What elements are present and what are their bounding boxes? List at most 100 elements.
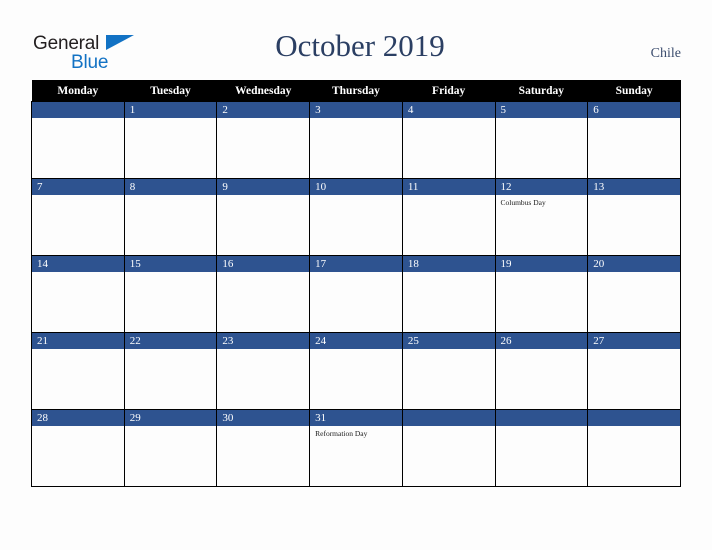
- calendar-day-cell[interactable]: [31, 101, 125, 179]
- calendar-week-row: 14 15 16 17 18 19 20: [31, 255, 681, 333]
- calendar-day-cell[interactable]: 19: [494, 255, 589, 333]
- weekday-header-sunday: Sunday: [587, 80, 681, 102]
- day-cell-content: 28: [32, 410, 124, 486]
- calendar-day-cell[interactable]: 3: [309, 101, 403, 179]
- day-cell-content: 11: [402, 179, 495, 255]
- weekday-header-thursday: Thursday: [309, 80, 403, 102]
- day-number: [588, 410, 680, 426]
- calendar-day-cell[interactable]: 31 Reformation Day: [309, 409, 403, 487]
- calendar-week-row: 21 22 23 24 25 26 27: [31, 332, 681, 410]
- calendar-day-cell[interactable]: 2: [216, 101, 311, 179]
- calendar-day-cell[interactable]: 25: [401, 332, 496, 410]
- calendar-day-cell[interactable]: 22: [123, 332, 218, 410]
- day-number: 31: [310, 410, 402, 426]
- calendar-body: 1 2 3 4 5 6 7 8 9 10 11 12 Columbus Day 13 14 15 16 17 18 1…: [31, 101, 681, 487]
- general-blue-logo[interactable]: General Blue: [33, 33, 153, 77]
- day-cell-content: 3: [310, 102, 402, 178]
- weekday-header-saturday: Saturday: [495, 80, 588, 102]
- calendar-day-cell[interactable]: 27: [587, 332, 681, 410]
- calendar-day-cell[interactable]: 24: [309, 332, 403, 410]
- calendar-week-row: 123456: [31, 101, 681, 179]
- day-cell-content: [495, 410, 588, 486]
- calendar-day-cell[interactable]: 15: [123, 255, 218, 333]
- calendar-day-cell[interactable]: 9: [216, 178, 311, 256]
- day-cell-content: 24: [310, 333, 402, 409]
- calendar-day-cell[interactable]: 26: [494, 332, 589, 410]
- day-cell-content: 17: [310, 256, 402, 332]
- weekday-header-monday: Monday: [31, 80, 125, 102]
- day-number: 28: [32, 410, 124, 426]
- calendar-day-cell[interactable]: 21: [31, 332, 125, 410]
- calendar-day-cell[interactable]: [494, 409, 589, 487]
- calendar-day-cell[interactable]: 23: [216, 332, 311, 410]
- day-number: 27: [588, 333, 680, 349]
- calendar-day-cell[interactable]: 14: [31, 255, 125, 333]
- day-number: 24: [310, 333, 402, 349]
- day-cell-content: 27: [588, 333, 680, 409]
- calendar-day-cell[interactable]: 8: [123, 178, 218, 256]
- day-number: 26: [495, 333, 588, 349]
- day-cell-content: 31 Reformation Day: [310, 410, 402, 486]
- day-cell-content: 22: [124, 333, 217, 409]
- day-number: 1: [124, 102, 217, 118]
- day-number: 29: [124, 410, 217, 426]
- calendar-day-cell[interactable]: 11: [401, 178, 496, 256]
- day-cell-content: 23: [217, 333, 310, 409]
- calendar-day-cell[interactable]: 10: [309, 178, 403, 256]
- page-header: General Blue October 2019 Chile: [0, 0, 712, 78]
- calendar-day-cell[interactable]: 12 Columbus Day: [494, 178, 589, 256]
- calendar-day-cell[interactable]: 13: [587, 178, 681, 256]
- day-cell-content: 9: [217, 179, 310, 255]
- day-number: 25: [402, 333, 495, 349]
- calendar-day-cell[interactable]: 6: [587, 101, 681, 179]
- calendar-day-cell[interactable]: 7: [31, 178, 125, 256]
- holiday-label: Reformation Day: [315, 429, 368, 438]
- day-number: [402, 410, 495, 426]
- weekday-header-row: Monday Tuesday Wednesday Thursday Friday…: [31, 80, 681, 102]
- logo-text-blue: Blue: [71, 52, 109, 73]
- day-cell-content: 19: [495, 256, 588, 332]
- day-number: 12: [495, 179, 588, 195]
- calendar-day-cell[interactable]: 30: [216, 409, 311, 487]
- calendar-day-cell[interactable]: 28: [31, 409, 125, 487]
- day-number: 14: [32, 256, 124, 272]
- day-cell-content: 6: [588, 102, 680, 178]
- calendar-day-cell[interactable]: 5: [494, 101, 589, 179]
- calendar-day-cell[interactable]: 20: [587, 255, 681, 333]
- calendar-day-cell[interactable]: 4: [401, 101, 496, 179]
- day-cell-content: 2: [217, 102, 310, 178]
- day-cell-content: 5: [495, 102, 588, 178]
- calendar-week-row: 7 8 9 10 11 12 Columbus Day 13: [31, 178, 681, 256]
- calendar-day-cell[interactable]: 1: [123, 101, 218, 179]
- calendar-day-cell[interactable]: 29: [123, 409, 218, 487]
- calendar-day-cell[interactable]: 18: [401, 255, 496, 333]
- day-number: [495, 410, 588, 426]
- day-number: 18: [402, 256, 495, 272]
- day-number: 9: [217, 179, 310, 195]
- day-cell-content: 25: [402, 333, 495, 409]
- day-cell-content: 4: [402, 102, 495, 178]
- calendar-day-cell[interactable]: 16: [216, 255, 311, 333]
- day-cell-content: [32, 102, 124, 178]
- calendar-day-cell[interactable]: 17: [309, 255, 403, 333]
- day-number: 19: [495, 256, 588, 272]
- day-cell-content: 14: [32, 256, 124, 332]
- day-number: 20: [588, 256, 680, 272]
- calendar-page: General Blue October 2019 Chile Monday T…: [0, 0, 712, 550]
- day-cell-content: 13: [588, 179, 680, 255]
- day-cell-content: 10: [310, 179, 402, 255]
- weekday-header-tuesday: Tuesday: [124, 80, 217, 102]
- country-label: Chile: [650, 46, 681, 61]
- page-title: October 2019: [275, 28, 445, 63]
- calendar-day-cell[interactable]: [587, 409, 681, 487]
- calendar-day-cell[interactable]: [401, 409, 496, 487]
- calendar-week-row: 28 29 30 31 Reformation Day: [31, 409, 681, 487]
- day-cell-content: [402, 410, 495, 486]
- day-number: 6: [588, 102, 680, 118]
- weekday-header-friday: Friday: [402, 80, 496, 102]
- day-number: 17: [310, 256, 402, 272]
- day-cell-content: 15: [124, 256, 217, 332]
- day-number: 11: [402, 179, 495, 195]
- day-cell-content: 1: [124, 102, 217, 178]
- day-number: 13: [588, 179, 680, 195]
